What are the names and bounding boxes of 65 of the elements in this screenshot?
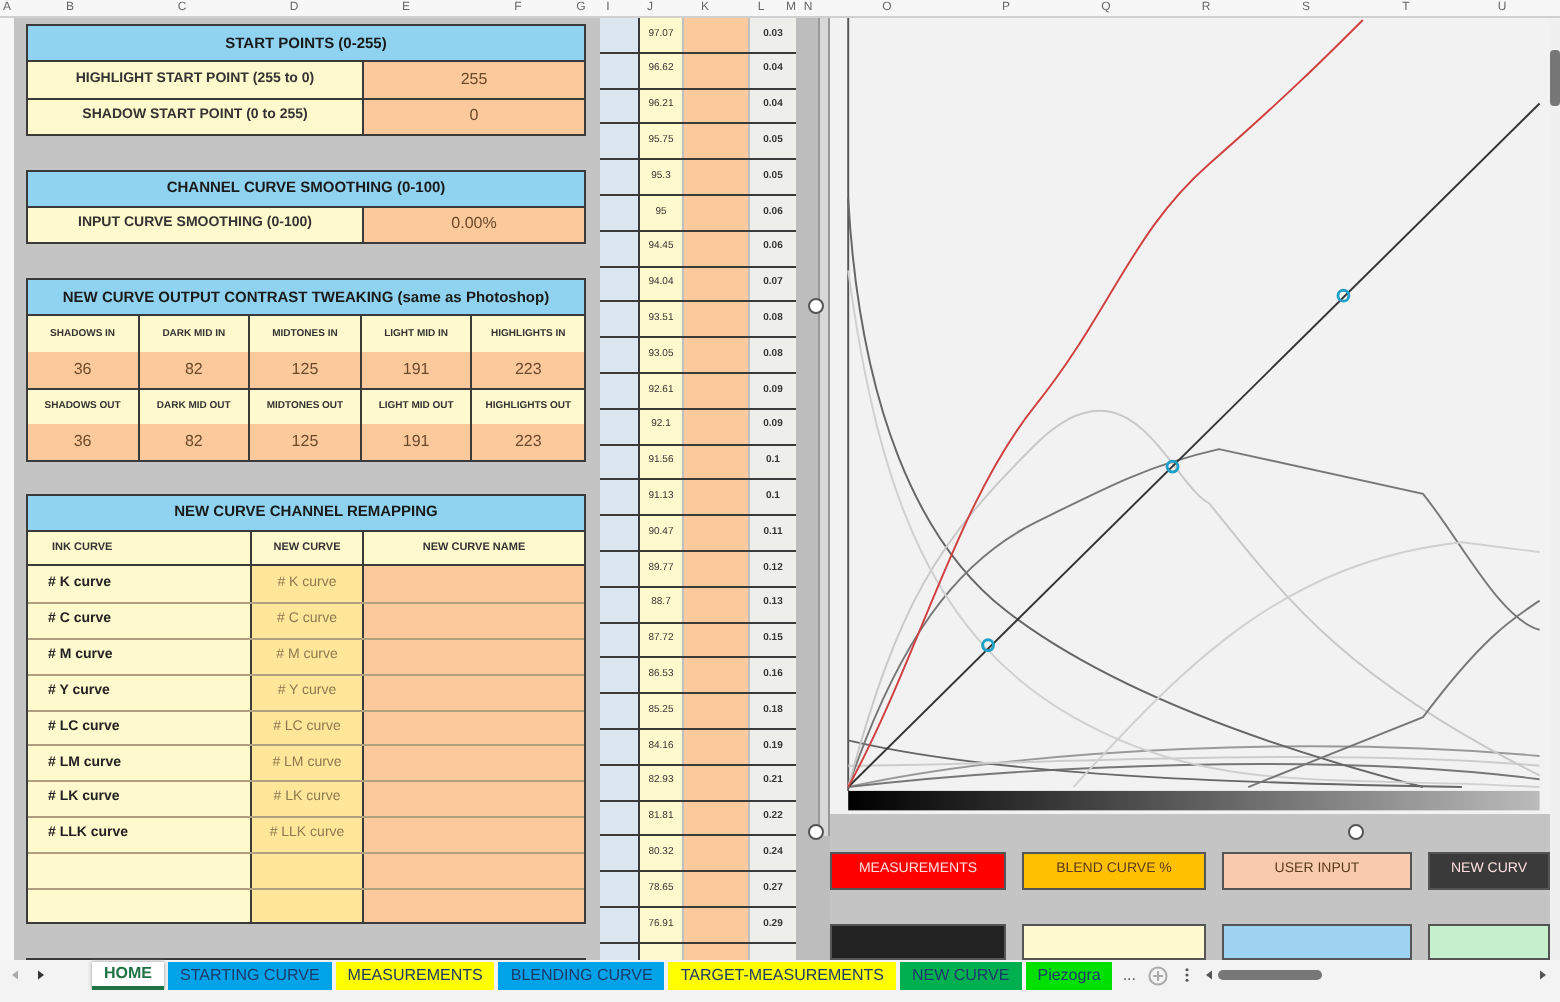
curve-name-field[interactable] — [364, 639, 584, 674]
sheet-cell — [684, 373, 750, 408]
sheet-cell — [684, 801, 750, 835]
sheet-cell — [684, 89, 750, 123]
sheet-cell — [684, 658, 750, 693]
curve-name-field[interactable] — [364, 675, 584, 710]
more-tabs[interactable]: ... — [1122, 963, 1136, 987]
sheet-cell — [684, 231, 750, 266]
sheet-cell — [684, 18, 750, 52]
sheet-cell — [684, 694, 750, 728]
sheet-cell — [684, 516, 750, 550]
scroll-right-icon[interactable] — [1539, 970, 1546, 980]
curve-point[interactable] — [1336, 288, 1351, 303]
sheet-cell — [684, 267, 750, 301]
curve-name-field[interactable] — [364, 853, 584, 888]
sheet-cell — [684, 587, 750, 622]
sheet-cell — [684, 338, 750, 372]
value-field[interactable]: 82 — [139, 423, 251, 460]
sheet-cell — [684, 907, 750, 942]
curve-point[interactable] — [1165, 459, 1180, 474]
resize-handle[interactable] — [1348, 824, 1364, 840]
add-sheet-icon[interactable] — [1147, 965, 1168, 985]
sheet-tab[interactable]: STARTING CURVE — [168, 961, 332, 989]
sheet-cell — [684, 872, 750, 906]
sheet-tab[interactable]: NEW CURVE — [899, 961, 1022, 989]
curve-name-field[interactable] — [364, 817, 584, 852]
curve-name-field[interactable] — [364, 746, 584, 781]
scroll-left-icon[interactable] — [1205, 970, 1212, 980]
sheet-cell — [684, 480, 750, 515]
curve-name-field[interactable] — [364, 604, 584, 638]
value-field[interactable]: 0.00% — [364, 207, 584, 243]
value-field[interactable]: 223 — [472, 423, 584, 460]
sheet-cell — [684, 124, 750, 159]
value-field[interactable]: 223 — [472, 352, 584, 388]
sheet-cell — [684, 445, 750, 479]
sheet-cell — [684, 623, 750, 657]
curve-name-field[interactable] — [364, 566, 584, 603]
sheet-tab[interactable]: HOME — [92, 961, 164, 989]
curve-name-field[interactable] — [364, 711, 584, 745]
value-field[interactable]: 191 — [361, 423, 473, 460]
sheet-tab[interactable]: BLENDING CURVE — [498, 961, 665, 989]
value-field[interactable]: 255 — [364, 62, 584, 98]
sheet-cell — [684, 765, 750, 800]
curve-point[interactable] — [981, 638, 995, 653]
scrollbar-thumb[interactable] — [1217, 970, 1322, 980]
tab-scroll-left-icon[interactable] — [12, 970, 18, 980]
tab-scroll-right-icon[interactable] — [38, 970, 44, 980]
sheet-cell — [684, 302, 750, 337]
sheet-cell — [684, 836, 750, 871]
curve-name-field[interactable] — [364, 889, 584, 923]
sheet-tab[interactable]: TARGET-MEASUREMENTS — [668, 961, 896, 989]
sheet-tab[interactable]: MEASUREMENTS — [335, 961, 495, 989]
sheet-cell — [684, 160, 750, 194]
new-curve-cell — [252, 853, 364, 888]
curve-name-field[interactable] — [364, 782, 584, 816]
sheet-tab[interactable]: Piezogra — [1025, 961, 1113, 989]
value-field[interactable]: 125 — [250, 423, 362, 460]
sheet-cell — [684, 551, 750, 586]
sheet-cell — [684, 195, 750, 230]
sheet-cell — [684, 53, 750, 88]
value-field[interactable]: 0 — [364, 99, 584, 134]
sheet-cell — [684, 409, 750, 444]
value-field[interactable]: 36 — [28, 423, 140, 460]
sheet-cell — [684, 729, 750, 764]
more-options-icon[interactable] — [1183, 966, 1190, 984]
